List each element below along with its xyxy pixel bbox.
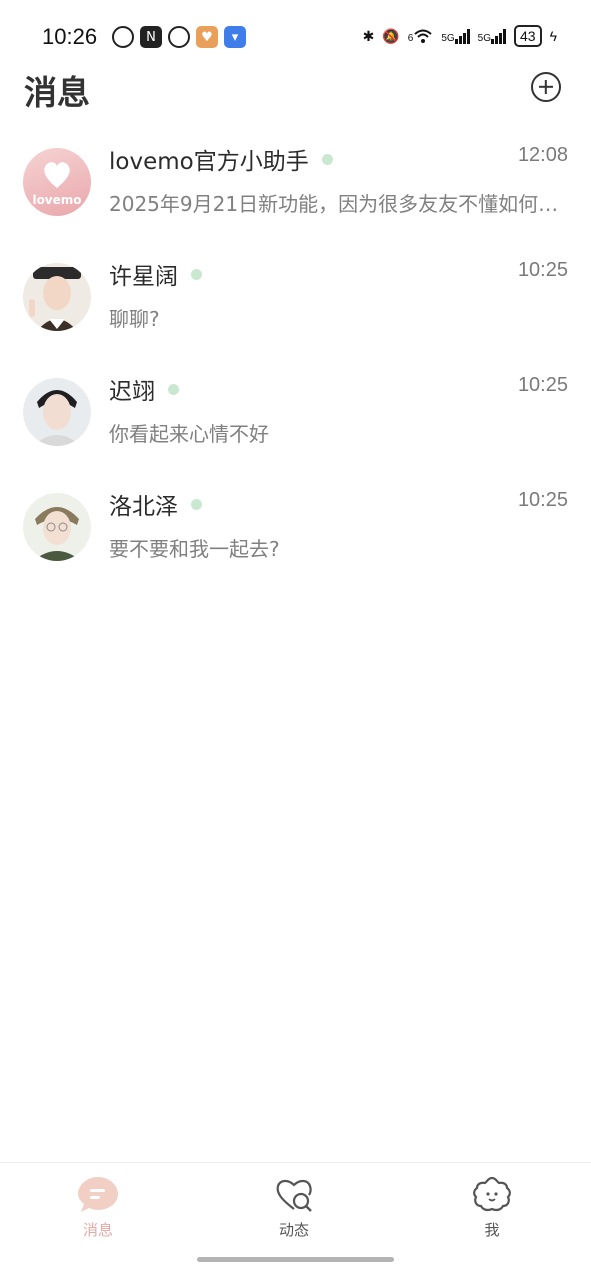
conversation-item[interactable]: lovemo lovemo官方小助手 12:08 2025年9月21日新功能，因… <box>0 142 591 242</box>
contact-name: lovemo官方小助手 <box>109 149 309 175</box>
conversation-item[interactable]: 洛北泽 10:25 要不要和我一起去? <box>0 487 591 587</box>
status-bar: 10:26 N ♥ ▾ ✱ 🔕 6 5G 5G 43 ϟ <box>0 0 591 60</box>
charging-icon: ϟ <box>549 28 557 44</box>
conversation-item[interactable]: 迟翊 10:25 你看起来心情不好 <box>0 372 591 472</box>
name-row: lovemo官方小助手 <box>109 142 333 176</box>
avatar: lovemo <box>23 148 91 216</box>
avatar <box>23 493 91 561</box>
signal-2-label: 5G <box>477 33 491 44</box>
page-title: 消息 <box>24 73 90 112</box>
tab-me[interactable]: 我 <box>432 1175 552 1240</box>
message-time: 12:08 <box>517 144 568 166</box>
notification-icons: N ♥ ▾ <box>112 26 246 48</box>
online-status-dot <box>168 383 179 395</box>
wifi-icon: 6 <box>408 28 434 44</box>
heart-search-icon <box>276 1179 312 1212</box>
tab-label: 我 <box>484 1221 500 1239</box>
signal-1-label: 5G <box>441 33 455 44</box>
conversation-item[interactable]: 许星阔 10:25 聊聊? <box>0 257 591 357</box>
home-indicator[interactable] <box>197 1257 394 1262</box>
avatar <box>23 378 91 446</box>
portrait-icon <box>33 507 81 561</box>
chat-bubble-icon <box>78 1177 118 1212</box>
name-row: 许星阔 <box>109 257 202 291</box>
message-time: 10:25 <box>517 374 568 396</box>
status-time: 10:26 <box>42 24 98 49</box>
message-preview: 聊聊? <box>109 307 160 331</box>
online-status-dot <box>191 268 202 280</box>
tab-label: 动态 <box>278 1221 309 1239</box>
tab-feed[interactable]: 动态 <box>234 1175 354 1240</box>
signal-1-icon: 5G <box>441 28 470 44</box>
smiley-cloud-icon <box>473 1176 511 1212</box>
signal-2-icon: 5G <box>478 28 506 44</box>
app-notification-icon <box>112 26 134 48</box>
message-preview: 要不要和我一起去? <box>109 537 280 561</box>
add-icon[interactable] <box>531 72 561 102</box>
tab-label: 消息 <box>82 1221 113 1239</box>
message-preview: 你看起来心情不好 <box>109 422 269 446</box>
avatar-logo-text: lovemo <box>32 193 82 207</box>
contact-name: 迟翊 <box>109 379 155 405</box>
alarm-icon <box>168 26 190 48</box>
bottom-tab-bar: 消息 动态 我 <box>0 1162 591 1280</box>
mute-bell-icon: 🔕 <box>382 27 400 44</box>
status-right: ✱ 🔕 6 5G 5G 43 ϟ <box>363 25 557 47</box>
message-time: 10:25 <box>517 489 568 511</box>
battery-icon: 43 <box>514 25 542 47</box>
name-row: 迟翊 <box>109 372 179 406</box>
nfc-icon: N <box>140 26 162 48</box>
honor-app-icon: ▾ <box>224 26 246 48</box>
contact-name: 洛北泽 <box>109 494 178 520</box>
portrait-icon <box>33 390 81 446</box>
avatar <box>23 263 91 331</box>
portrait-icon <box>29 267 81 331</box>
heart-app-icon: ♥ <box>196 26 218 48</box>
bluetooth-icon: ✱ <box>362 27 375 44</box>
name-row: 洛北泽 <box>109 487 202 521</box>
online-status-dot <box>191 498 202 510</box>
tab-messages[interactable]: 消息 <box>38 1175 158 1240</box>
message-preview: 2025年9月21日新功能，因为很多友友不懂如何使用…… <box>109 192 567 216</box>
message-time: 10:25 <box>517 259 568 281</box>
contact-name: 许星阔 <box>109 264 178 290</box>
online-status-dot <box>321 153 333 165</box>
